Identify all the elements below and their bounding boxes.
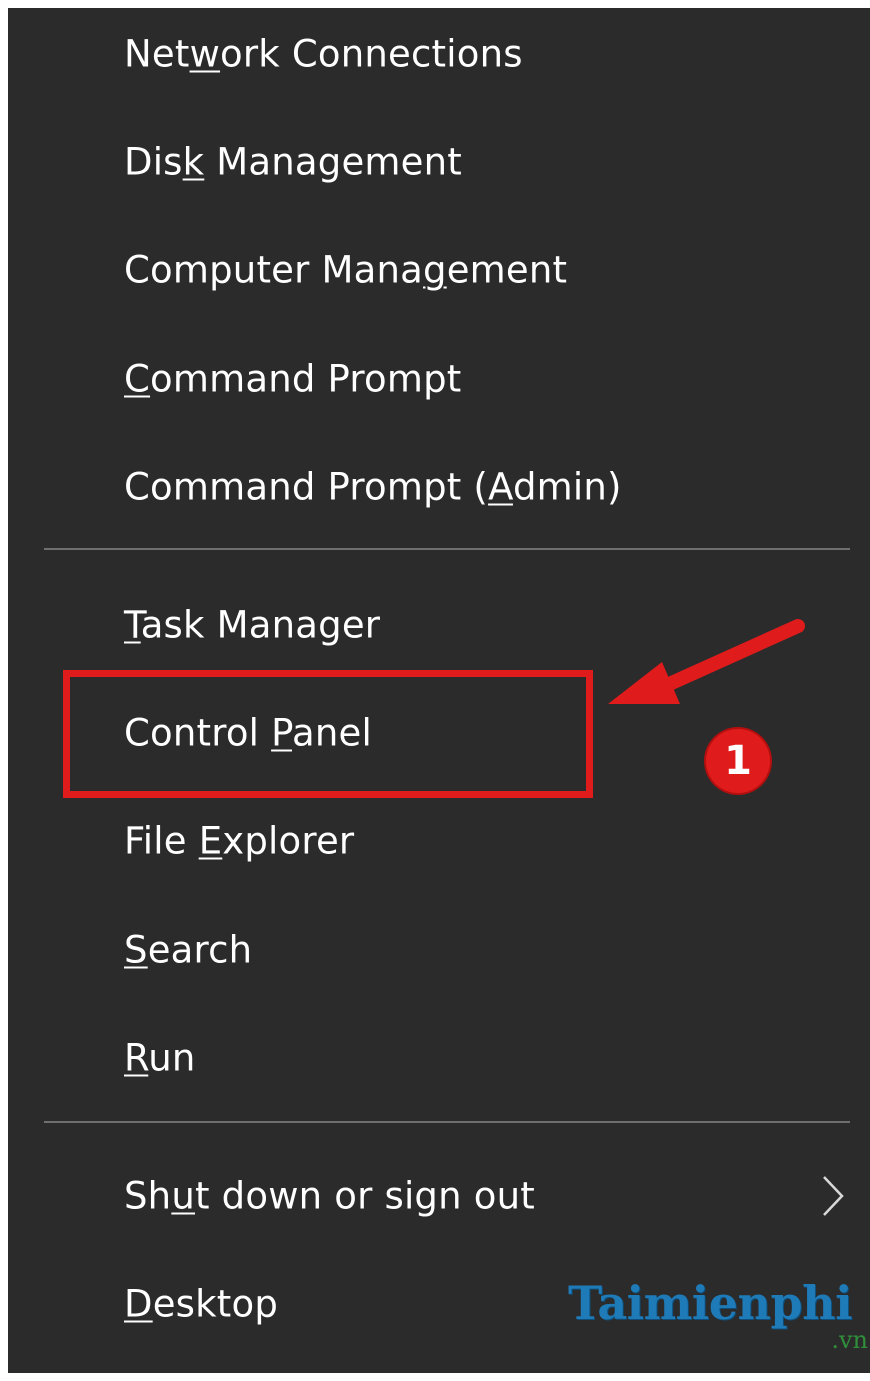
- menu-item-file-explorer[interactable]: File Explorer: [8, 795, 870, 887]
- menu-item-computer-management[interactable]: Computer Management: [8, 224, 870, 316]
- menu-item-search[interactable]: Search: [8, 904, 870, 996]
- menu-item-label: Run: [124, 1036, 196, 1080]
- menu-item-command-prompt[interactable]: Command Prompt: [8, 333, 870, 425]
- step-number-badge: 1: [706, 729, 770, 793]
- winx-context-menu: Network Connections Disk Management Comp…: [8, 8, 870, 1373]
- menu-item-label: Task Manager: [124, 603, 381, 647]
- menu-item-label: Command Prompt: [124, 357, 462, 401]
- menu-item-label: Desktop: [124, 1282, 279, 1326]
- menu-item-label: Computer Management: [124, 248, 568, 292]
- menu-item-task-manager[interactable]: Task Manager: [8, 579, 870, 671]
- menu-item-network-connections[interactable]: Network Connections: [8, 8, 870, 100]
- chevron-right-icon: [823, 1176, 844, 1216]
- menu-item-label: Shut down or sign out: [124, 1174, 535, 1218]
- menu-item-label: File Explorer: [124, 819, 355, 863]
- menu-item-label: Control Panel: [124, 711, 372, 755]
- menu-item-run[interactable]: Run: [8, 1012, 870, 1104]
- menu-item-disk-management[interactable]: Disk Management: [8, 116, 870, 208]
- menu-item-label: Network Connections: [124, 32, 523, 76]
- menu-separator: [44, 548, 850, 550]
- menu-item-desktop[interactable]: Desktop: [8, 1258, 870, 1350]
- menu-item-command-prompt-admin[interactable]: Command Prompt (Admin): [8, 441, 870, 533]
- menu-item-label: Command Prompt (Admin): [124, 465, 622, 509]
- menu-item-shut-down-or-sign-out[interactable]: Shut down or sign out: [8, 1150, 870, 1242]
- menu-separator: [44, 1121, 850, 1123]
- menu-item-label: Search: [124, 928, 253, 972]
- menu-item-label: Disk Management: [124, 140, 462, 184]
